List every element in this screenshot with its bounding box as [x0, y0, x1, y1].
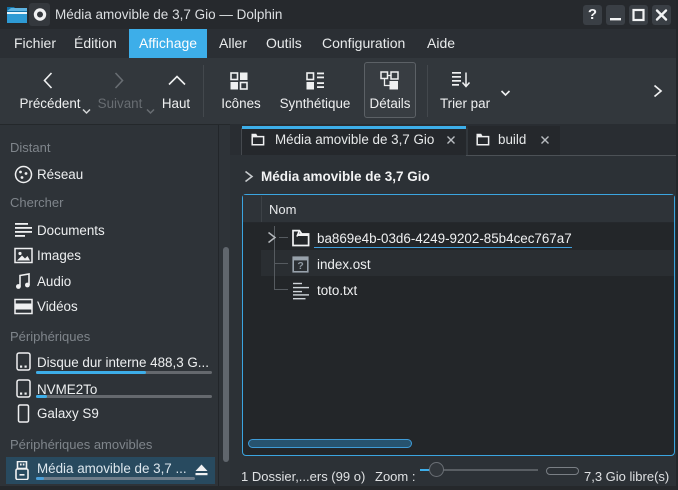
svg-text:?: ? — [297, 260, 303, 272]
